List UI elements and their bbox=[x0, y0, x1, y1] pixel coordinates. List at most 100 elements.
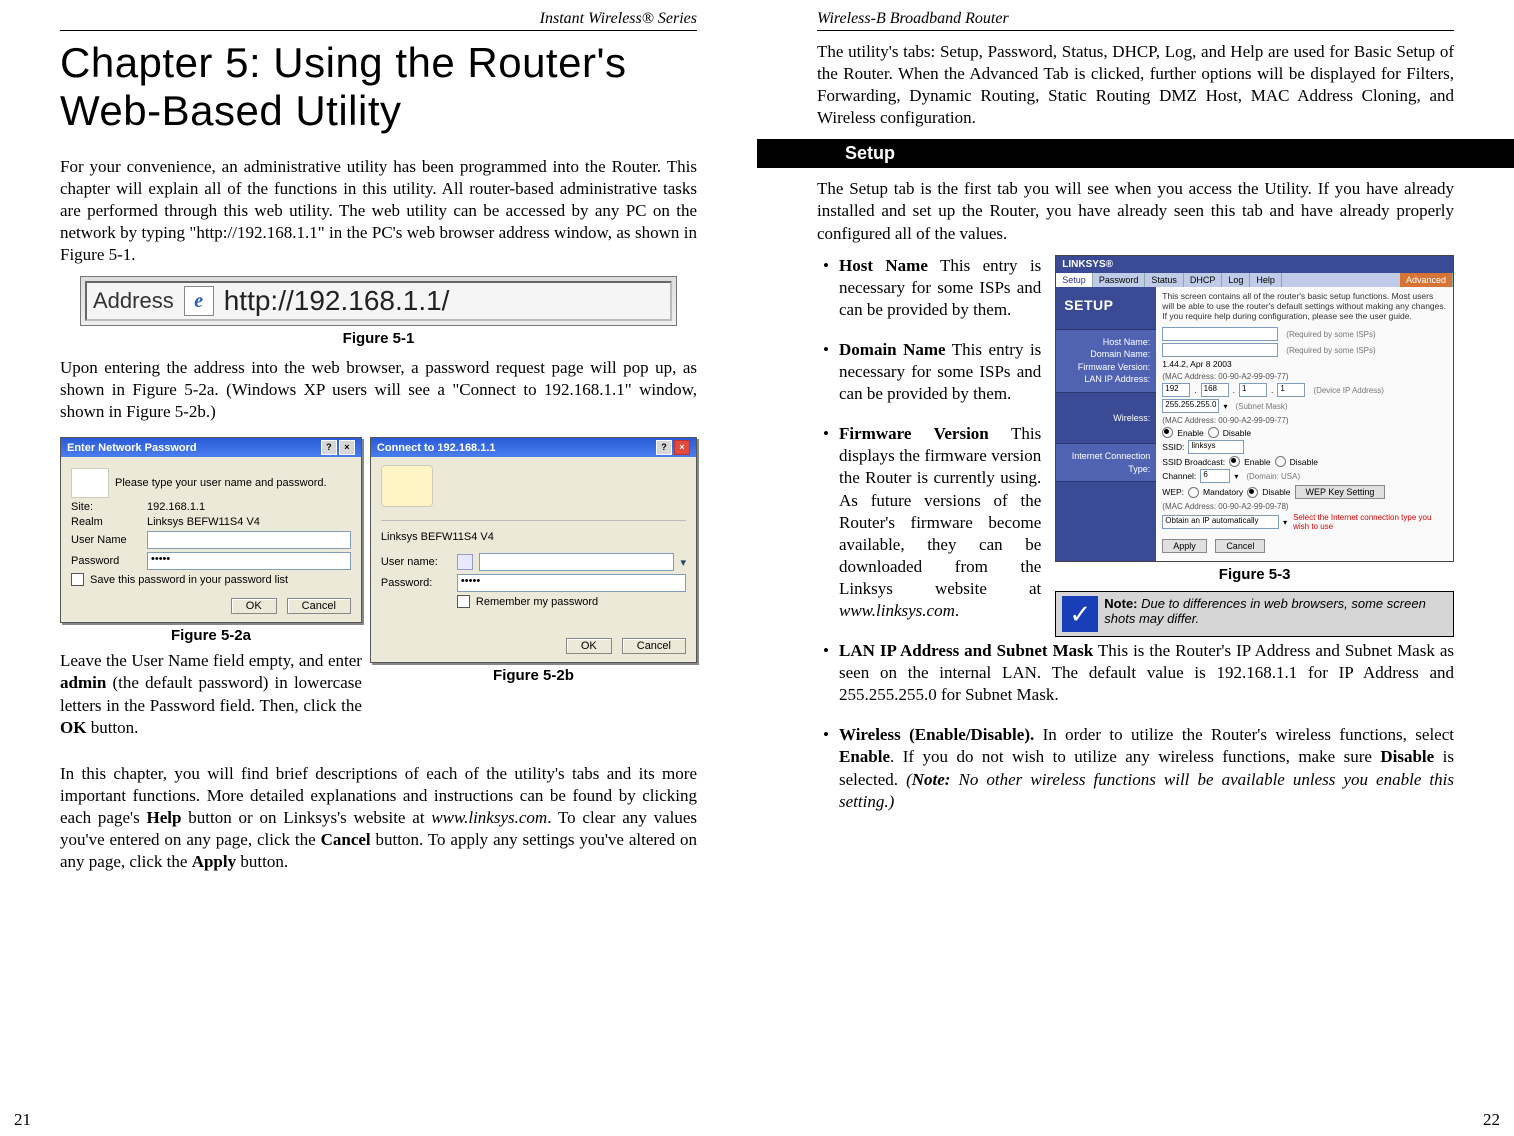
wep-mandatory-radio[interactable] bbox=[1188, 487, 1199, 498]
router-setup-screenshot: LINKSYS® Setup Password Status DHCP Log … bbox=[1055, 255, 1454, 563]
host-hint: (Required by some ISPs) bbox=[1286, 330, 1375, 339]
subnet-mask-select[interactable]: 255.255.255.0 bbox=[1162, 399, 1219, 413]
ssid-label: SSID: bbox=[1162, 442, 1184, 452]
save-password-label: Save this password in your password list bbox=[90, 574, 288, 586]
mac-address-3: (MAC Address: 00-90-A2-99-09-78) bbox=[1162, 502, 1447, 511]
ssid-broadcast-disable[interactable] bbox=[1275, 456, 1286, 467]
chevron-down-icon[interactable]: ▾ bbox=[680, 556, 686, 569]
password-label: Password: bbox=[381, 577, 451, 589]
dialog-a-title: Enter Network Password bbox=[67, 442, 197, 454]
ok-button[interactable]: OK bbox=[566, 638, 612, 654]
wep-key-setting-button[interactable]: WEP Key Setting bbox=[1295, 485, 1386, 499]
address-label: Address bbox=[93, 288, 174, 314]
save-password-checkbox[interactable] bbox=[71, 573, 84, 586]
tabs-paragraph: The utility's tabs: Setup, Password, Sta… bbox=[817, 41, 1454, 129]
key-icon bbox=[71, 468, 109, 498]
channel-select[interactable]: 6 bbox=[1200, 469, 1230, 483]
tab-log[interactable]: Log bbox=[1222, 273, 1250, 287]
remember-checkbox[interactable] bbox=[457, 595, 470, 608]
username-field[interactable] bbox=[147, 531, 351, 549]
tab-dhcp[interactable]: DHCP bbox=[1184, 273, 1223, 287]
tab-password[interactable]: Password bbox=[1093, 273, 1146, 287]
mac-address-2: (MAC Address: 00-90-A2-99-09-77) bbox=[1162, 416, 1447, 425]
tab-help[interactable]: Help bbox=[1250, 273, 1282, 287]
note-label: Note: bbox=[1104, 596, 1137, 611]
figure-5-2a-caption: Figure 5-2a bbox=[60, 627, 362, 644]
close-icon[interactable]: × bbox=[674, 440, 690, 455]
mask-hint: (Subnet Mask) bbox=[1235, 402, 1287, 411]
side-domain-name: Domain Name: bbox=[1062, 348, 1150, 361]
intro-paragraph: For your convenience, an administrative … bbox=[60, 156, 697, 266]
close-icon[interactable]: × bbox=[339, 440, 355, 455]
ssid-broadcast-label: SSID Broadcast: bbox=[1162, 457, 1225, 467]
firmware-value: 1.44.2, Apr 8 2003 bbox=[1162, 359, 1447, 369]
wep-label: WEP: bbox=[1162, 487, 1184, 497]
url-text: http://192.168.1.1/ bbox=[224, 285, 664, 317]
setup-description: This screen contains all of the router's… bbox=[1162, 291, 1447, 322]
tab-status[interactable]: Status bbox=[1145, 273, 1184, 287]
running-head-left: Instant Wireless® Series bbox=[60, 10, 697, 28]
realm-value: Linksys BEFW11S4 V4 bbox=[147, 516, 260, 528]
wireless-disable-radio[interactable] bbox=[1208, 427, 1219, 438]
setup-bullets-wide: LAN IP Address and Subnet Mask This is t… bbox=[817, 640, 1454, 813]
realm-text: Linksys BEFW11S4 V4 bbox=[381, 531, 686, 543]
side-host-name: Host Name: bbox=[1062, 336, 1150, 349]
host-name-field[interactable] bbox=[1162, 327, 1278, 341]
figure-5-3-caption: Figure 5-3 bbox=[1055, 566, 1454, 583]
apply-button[interactable]: Apply bbox=[1162, 539, 1207, 553]
paragraph-password-instructions: Leave the User Name field empty, and ent… bbox=[60, 650, 362, 738]
ssid-broadcast-enable[interactable] bbox=[1229, 456, 1240, 467]
tab-advanced[interactable]: Advanced bbox=[1400, 273, 1453, 287]
brand-logo: LINKSYS® bbox=[1062, 259, 1113, 270]
dialog-b-title: Connect to 192.168.1.1 bbox=[377, 442, 496, 454]
router-tabs: Setup Password Status DHCP Log Help Adva… bbox=[1056, 273, 1453, 287]
realm-label: Realm bbox=[71, 516, 141, 528]
page-number: 21 bbox=[14, 1110, 31, 1130]
side-title: SETUP bbox=[1056, 287, 1156, 329]
password-field[interactable]: ••••• bbox=[147, 552, 351, 570]
tab-setup[interactable]: Setup bbox=[1056, 273, 1093, 287]
dialog-enter-network-password: Enter Network Password ? × Please type y… bbox=[60, 437, 362, 623]
page-number: 22 bbox=[1483, 1110, 1500, 1130]
side-ict: Internet Connection Type: bbox=[1056, 443, 1156, 482]
ip-octet-2[interactable]: 168 bbox=[1201, 383, 1229, 397]
help-icon[interactable]: ? bbox=[321, 440, 337, 455]
mac-address-1: (MAC Address: 00-90-A2-99-09-77) bbox=[1162, 372, 1447, 381]
domain-name-field[interactable] bbox=[1162, 343, 1278, 357]
ip-hint: (Device IP Address) bbox=[1313, 386, 1384, 395]
help-icon[interactable]: ? bbox=[656, 440, 672, 455]
head-rule bbox=[817, 30, 1454, 31]
chapter-title: Chapter 5: Using the Router's Web-Based … bbox=[60, 39, 697, 136]
ip-octet-3[interactable]: 1 bbox=[1239, 383, 1267, 397]
wireless-enable-radio[interactable] bbox=[1162, 427, 1173, 438]
ssid-field[interactable]: linksys bbox=[1188, 440, 1244, 454]
cancel-button[interactable]: Cancel bbox=[622, 638, 686, 654]
ip-octet-1[interactable]: 192 bbox=[1162, 383, 1190, 397]
side-lan-ip: LAN IP Address: bbox=[1062, 373, 1150, 386]
user-icon bbox=[457, 554, 473, 570]
paragraph-5-2: Upon entering the address into the web b… bbox=[60, 357, 697, 423]
channel-label: Channel: bbox=[1162, 471, 1196, 481]
username-label: User Name bbox=[71, 534, 141, 546]
section-heading-setup: Setup bbox=[757, 139, 1514, 168]
wep-disable-radio[interactable] bbox=[1247, 487, 1258, 498]
dialog-a-intro: Please type your user name and password. bbox=[115, 477, 327, 489]
setup-paragraph: The Setup tab is the first tab you will … bbox=[817, 178, 1454, 244]
username-label: User name: bbox=[381, 556, 451, 568]
setup-bullets-narrow: Host Name This entry is necessary for so… bbox=[817, 255, 1041, 622]
remember-label: Remember my password bbox=[476, 596, 598, 608]
side-wireless: Wireless: bbox=[1056, 393, 1156, 443]
password-field[interactable]: ••••• bbox=[457, 574, 686, 592]
note-text: Due to differences in web browsers, some… bbox=[1104, 596, 1426, 626]
username-field[interactable] bbox=[479, 553, 675, 571]
ok-button[interactable]: OK bbox=[231, 598, 277, 614]
ie-icon: e bbox=[184, 286, 214, 316]
address-bar-figure: Address e http://192.168.1.1/ bbox=[80, 276, 677, 326]
cancel-button[interactable]: Cancel bbox=[287, 598, 351, 614]
ict-select[interactable]: Obtain an IP automatically bbox=[1162, 515, 1279, 529]
ip-octet-4[interactable]: 1 bbox=[1277, 383, 1305, 397]
cancel-button[interactable]: Cancel bbox=[1215, 539, 1265, 553]
closing-paragraph: In this chapter, you will find brief des… bbox=[60, 763, 697, 873]
checkmark-icon: ✓ bbox=[1062, 596, 1098, 632]
password-label: Password bbox=[71, 555, 141, 567]
